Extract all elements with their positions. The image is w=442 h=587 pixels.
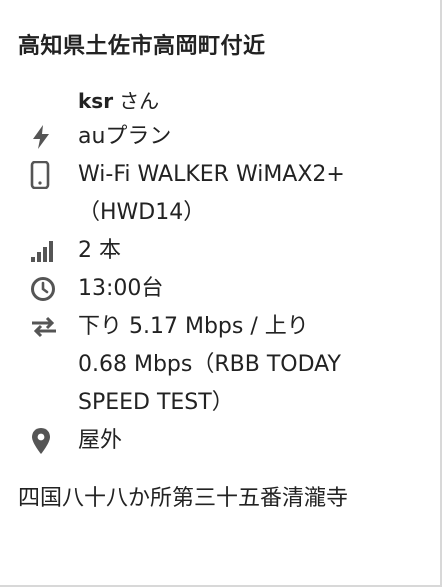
signal-row: 2 本: [30, 232, 410, 270]
signal-bars-icon: [30, 232, 66, 270]
device-name: Wi-Fi WALKER WiMAX2+: [78, 162, 345, 187]
user-icon-spacer: [30, 82, 66, 120]
bolt-icon: [30, 118, 66, 156]
plan-row: auプラン: [30, 118, 410, 156]
speed-line-2: 0.68 Mbps（RBB TODAY: [78, 352, 341, 377]
signal-text: 2 本: [78, 238, 121, 263]
place-text: 屋外: [78, 428, 123, 453]
time-text: 13:00台: [78, 276, 164, 301]
place-row: 屋外: [30, 422, 410, 460]
location-title: 高知県土佐市高岡町付近: [18, 34, 266, 59]
device-row: Wi-Fi WALKER WiMAX2+ （HWD14）: [30, 156, 410, 232]
phone-icon: [30, 156, 66, 194]
device-model: （HWD14）: [78, 200, 206, 225]
map-pin-icon: [30, 422, 66, 460]
transfer-arrows-icon: [30, 308, 66, 346]
user-row: ksr さん: [30, 82, 410, 121]
plan-text: auプラン: [78, 124, 172, 149]
time-row: 13:00台: [30, 270, 410, 308]
speed-line-1: 下り 5.17 Mbps / 上り: [78, 314, 309, 339]
speed-line-3: SPEED TEST）: [78, 390, 234, 415]
user-suffix: さん: [119, 89, 160, 113]
speed-row: 下り 5.17 Mbps / 上り 0.68 Mbps（RBB TODAY SP…: [30, 308, 410, 422]
comment-text: 四国八十八か所第三十五番清瀧寺: [18, 486, 349, 511]
speed-report-card: 高知県土佐市高岡町付近 ksr さん auプラン Wi-Fi WALKER WiM…: [0, 0, 442, 587]
user-name[interactable]: ksr: [78, 89, 113, 113]
clock-icon: [30, 270, 66, 308]
